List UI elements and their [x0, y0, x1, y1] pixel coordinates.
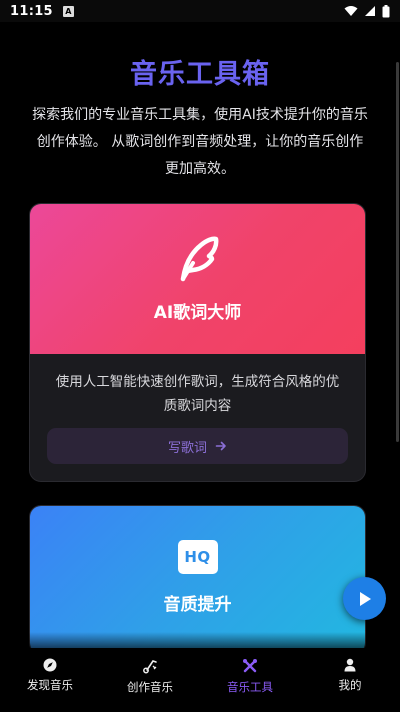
page-title: 音乐工具箱 [130, 59, 270, 90]
nav-item-tools[interactable]: 音乐工具 [200, 648, 300, 712]
nav-label: 发现音乐 [27, 678, 73, 692]
nav-label: 音乐工具 [227, 680, 273, 694]
bottom-nav: 发现音乐 创作音乐 音乐工具 我的 [0, 648, 400, 712]
arrow-right-icon [215, 441, 226, 451]
nav-item-me[interactable]: 我的 [300, 648, 400, 712]
nav-label: 我的 [338, 678, 362, 692]
play-button[interactable] [343, 577, 386, 620]
status-icons [344, 4, 390, 18]
hq-icon: HQ [177, 540, 218, 574]
signal-icon [365, 6, 375, 16]
tool-description: 使用人工智能快速创作歌词，生成符合风格的优质歌词内容 [55, 374, 340, 414]
write-lyrics-label: 写歌词 [167, 440, 207, 456]
feather-icon [176, 234, 220, 284]
nav-item-create[interactable]: 创作音乐 [100, 648, 200, 712]
play-icon [359, 591, 371, 606]
status-time: 11:15 [10, 3, 53, 19]
tools-icon [243, 659, 257, 673]
person-icon [344, 658, 356, 672]
wifi-icon [344, 6, 358, 16]
music-note-icon [143, 660, 157, 674]
tool-card-hero: AI歌词大师 [30, 204, 365, 354]
battery-icon [382, 4, 390, 17]
tool-title: AI歌词大师 [153, 303, 242, 323]
tool-title: 音质提升 [163, 595, 232, 615]
nav-item-discover[interactable]: 发现音乐 [0, 648, 100, 712]
page-intro: 探索我们的专业音乐工具集，使用AI技术提升你的音乐创作体验。 从歌词创作到音频处… [32, 107, 368, 177]
tool-card-lyrics[interactable]: AI歌词大师 使用人工智能快速创作歌词，生成符合风格的优质歌词内容 写歌词 [29, 203, 366, 482]
scrollbar-thumb[interactable] [396, 62, 399, 442]
status-bar: 11:15 A [0, 0, 400, 22]
write-lyrics-button[interactable]: 写歌词 [47, 428, 348, 464]
nav-label: 创作音乐 [127, 680, 173, 694]
compass-icon [43, 658, 57, 672]
notification-icon: A [62, 5, 74, 17]
